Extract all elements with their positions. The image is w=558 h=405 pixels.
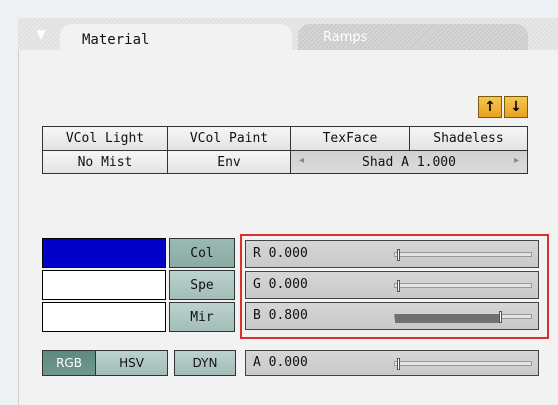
collapse-triangle-icon[interactable]: ▼ [30,24,52,44]
tab-material[interactable]: Material [60,24,292,56]
no-mist-button[interactable]: No Mist [42,150,168,174]
increment-arrow-icon[interactable]: ▸ [514,155,519,166]
spe-button[interactable]: Spe [169,270,235,300]
vcol-light-button[interactable]: VCol Light [42,126,168,151]
col-button[interactable]: Col [169,238,235,268]
a-slider-handle[interactable] [397,358,400,370]
dyn-button[interactable]: DYN [174,350,236,376]
move-down-button[interactable]: ↓ [504,96,528,118]
col-color-swatch[interactable] [42,238,166,268]
mir-button[interactable]: Mir [169,302,235,332]
material-panel [18,18,558,405]
env-button[interactable]: Env [167,150,291,174]
a-slider-label: A 0.000 [253,355,308,370]
rgb-mode-button[interactable]: RGB [42,350,96,376]
tab-ramps[interactable]: Ramps [298,24,528,50]
a-slider[interactable]: A 0.000 [245,350,539,376]
a-slider-track[interactable] [394,358,532,370]
shadeless-button[interactable]: Shadeless [409,126,528,151]
texface-button[interactable]: TexFace [290,126,410,151]
spe-color-swatch[interactable] [42,270,166,300]
header-end [528,24,558,50]
rgb-slider-highlight [240,234,549,339]
arrow-up-icon: ↑ [484,99,496,115]
shad-alpha-field[interactable]: ◂ Shad A 1.000 ▸ [290,150,528,174]
vcol-paint-button[interactable]: VCol Paint [167,126,291,151]
mir-color-swatch[interactable] [42,302,166,332]
move-up-button[interactable]: ↑ [478,96,502,118]
shad-alpha-label: Shad A 1.000 [362,154,456,170]
decrement-arrow-icon[interactable]: ◂ [299,155,304,166]
hsv-mode-button[interactable]: HSV [95,350,168,376]
arrow-down-icon: ↓ [510,99,522,115]
